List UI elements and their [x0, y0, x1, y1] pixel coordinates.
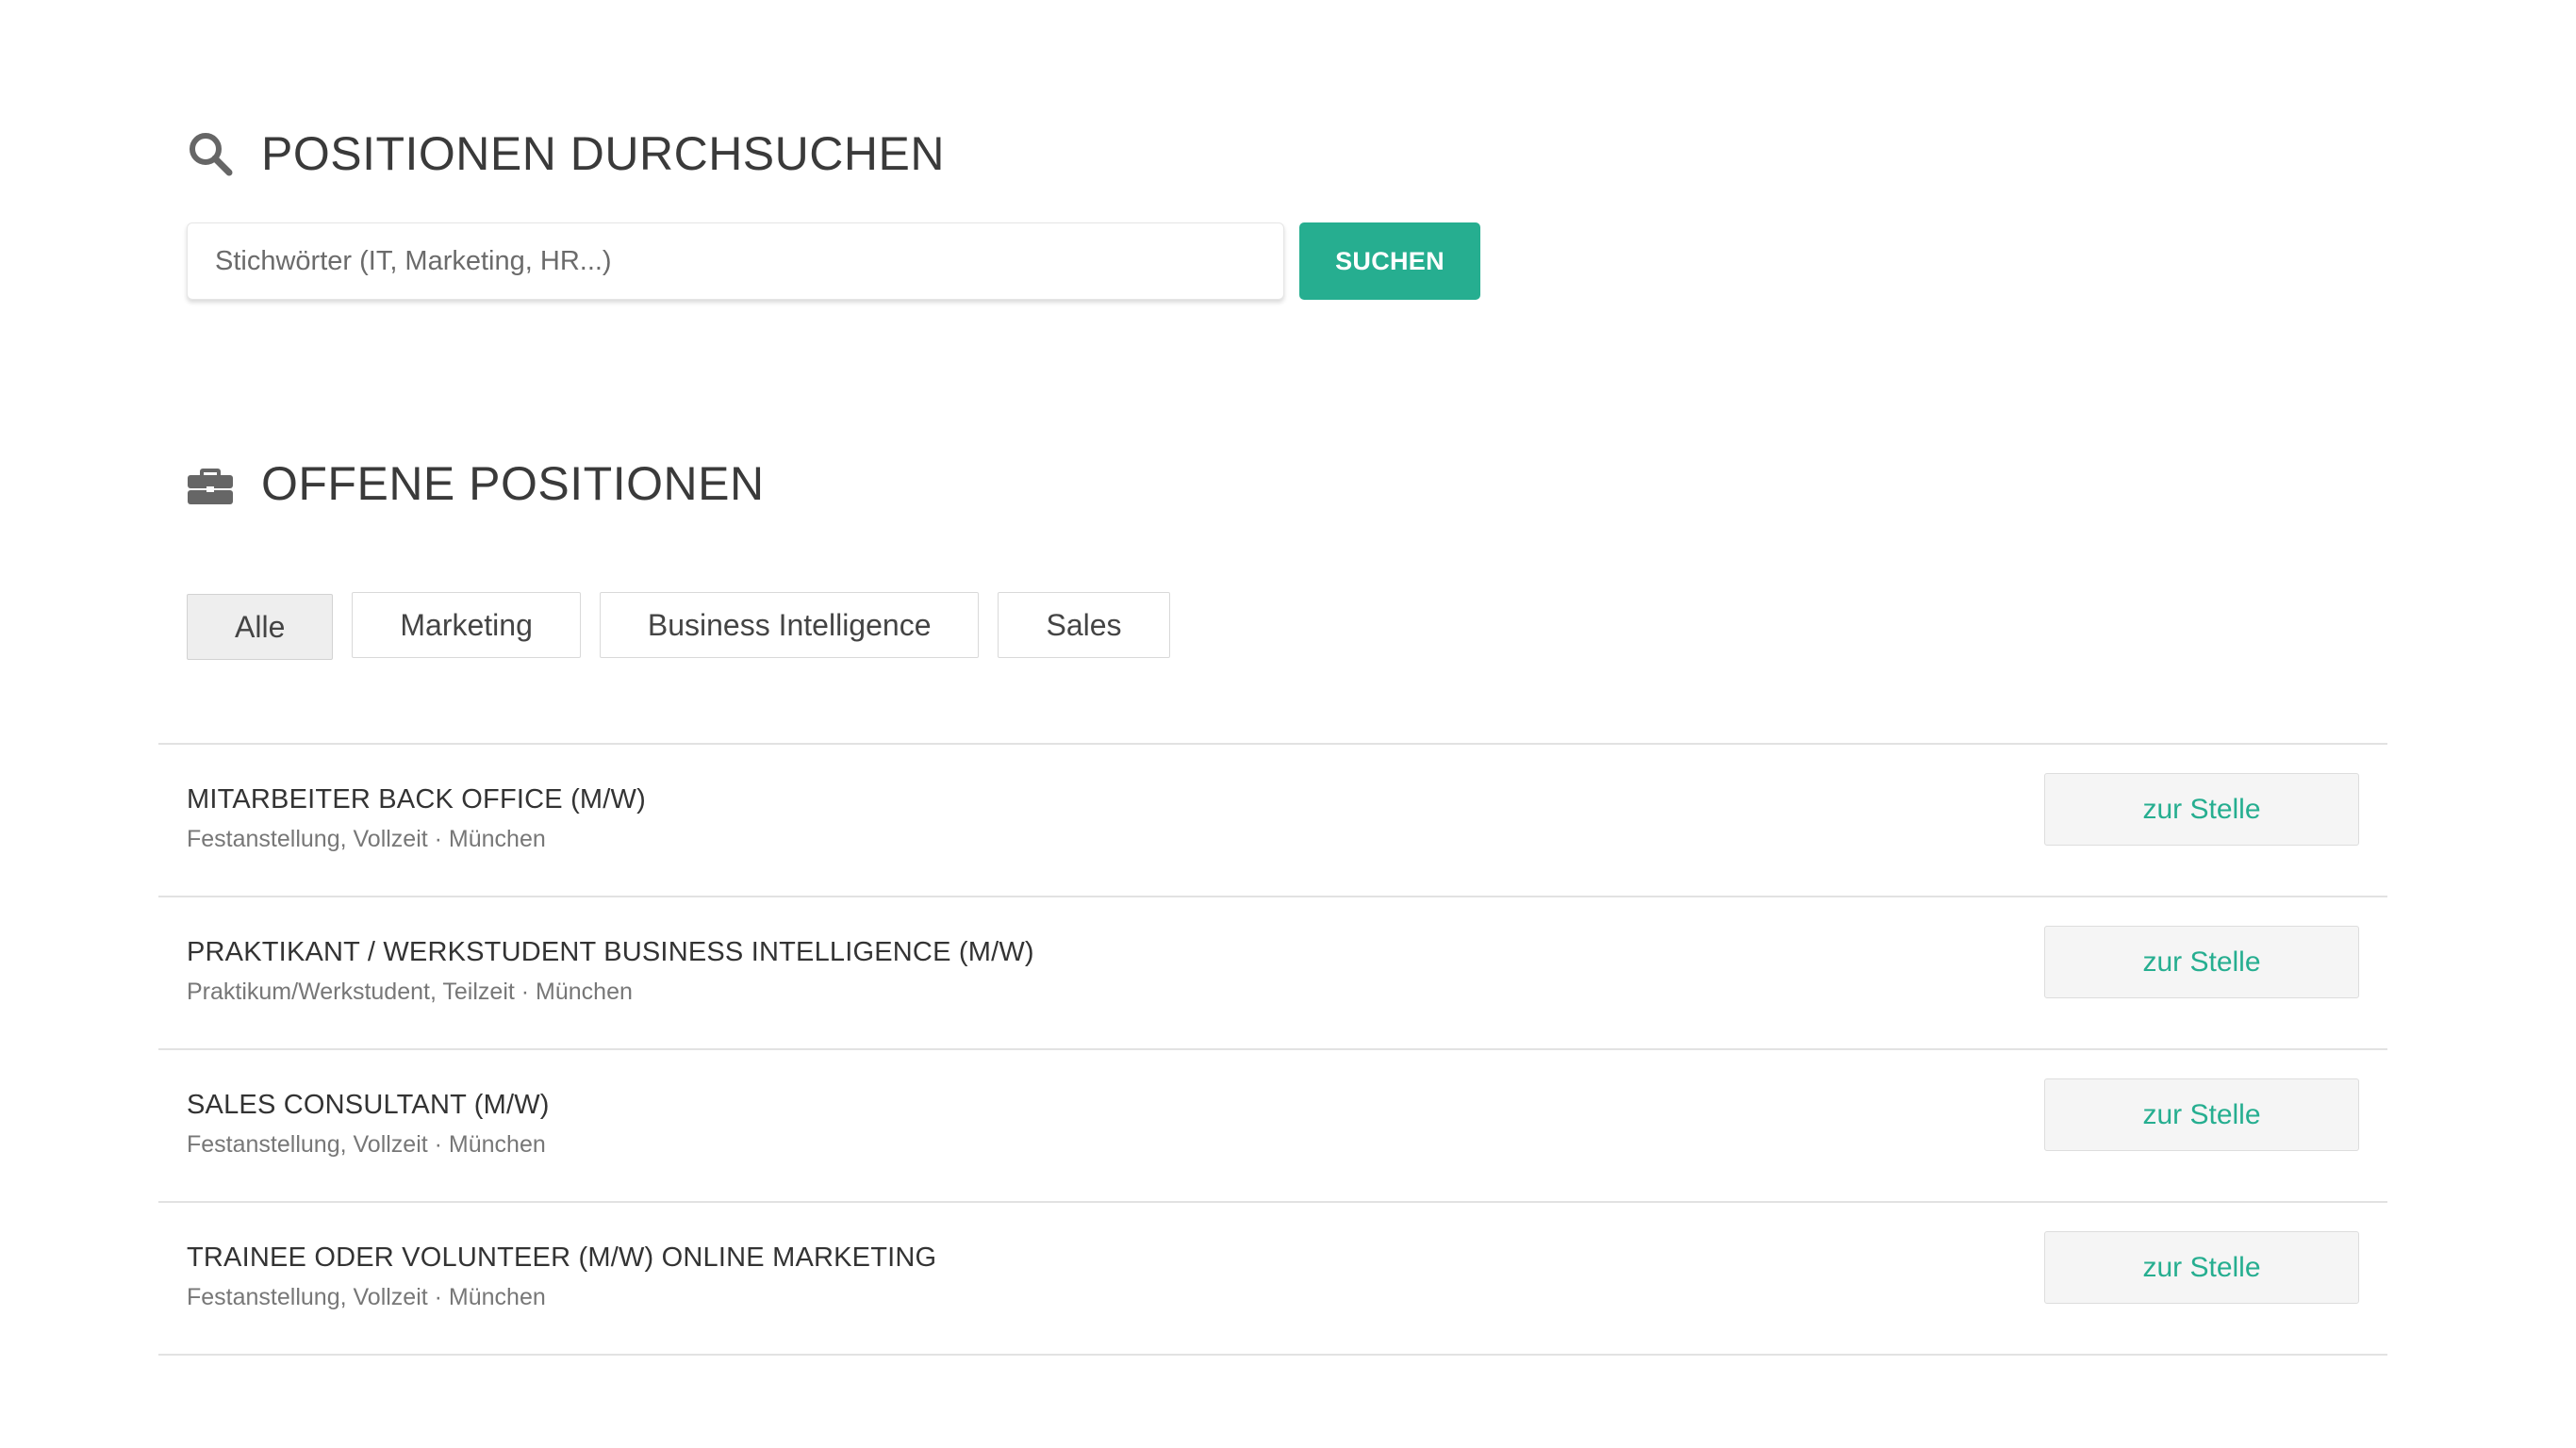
view-job-button[interactable]: zur Stelle — [2044, 926, 2359, 998]
job-row: TRAINEE ODER VOLUNTEER (M/W) ONLINE MARK… — [158, 1203, 2387, 1356]
view-job-button[interactable]: zur Stelle — [2044, 1078, 2359, 1151]
view-job-button[interactable]: zur Stelle — [2044, 1231, 2359, 1304]
search-heading: POSITIONEN DURCHSUCHEN — [261, 127, 945, 180]
search-button[interactable]: SUCHEN — [1299, 222, 1480, 300]
job-row: MITARBEITER BACK OFFICE (M/W) Festanstel… — [158, 745, 2387, 897]
search-input[interactable] — [187, 222, 1284, 300]
filter-tabs: Alle Marketing Business Intelligence Sal… — [187, 592, 1170, 660]
job-title: SALES CONSULTANT (M/W) — [187, 1090, 550, 1120]
filter-tab-business-intelligence[interactable]: Business Intelligence — [599, 592, 980, 658]
positions-section-header: OFFENE POSITIONEN — [186, 456, 765, 511]
view-job-button[interactable]: zur Stelle — [2044, 773, 2359, 846]
job-meta: Praktikum/Werkstudent, Teilzeit · Münche… — [187, 979, 633, 1005]
job-meta: Festanstellung, Vollzeit · München — [187, 1284, 546, 1310]
briefcase-icon — [186, 459, 235, 508]
job-list: MITARBEITER BACK OFFICE (M/W) Festanstel… — [158, 743, 2387, 1356]
job-title: MITARBEITER BACK OFFICE (M/W) — [187, 784, 646, 814]
job-title: PRAKTIKANT / WERKSTUDENT BUSINESS INTELL… — [187, 937, 1034, 967]
job-row: SALES CONSULTANT (M/W) Festanstellung, V… — [158, 1050, 2387, 1203]
positions-heading: OFFENE POSITIONEN — [261, 457, 765, 510]
search-section-header: POSITIONEN DURCHSUCHEN — [186, 126, 945, 181]
job-title: TRAINEE ODER VOLUNTEER (M/W) ONLINE MARK… — [187, 1242, 937, 1273]
filter-tab-alle[interactable]: Alle — [187, 594, 334, 660]
filter-tab-sales[interactable]: Sales — [998, 592, 1170, 658]
search-icon — [186, 129, 235, 178]
job-meta: Festanstellung, Vollzeit · München — [187, 1131, 546, 1158]
job-meta: Festanstellung, Vollzeit · München — [187, 826, 546, 852]
filter-tab-marketing[interactable]: Marketing — [352, 592, 581, 658]
job-row: PRAKTIKANT / WERKSTUDENT BUSINESS INTELL… — [158, 897, 2387, 1050]
search-bar: SUCHEN — [187, 222, 1480, 300]
